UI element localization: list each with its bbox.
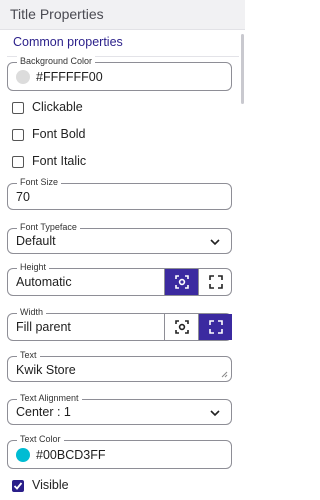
text-field[interactable]: Text Kwik Store xyxy=(7,350,232,382)
height-value: Automatic xyxy=(16,275,72,289)
chevron-down-icon xyxy=(210,239,220,246)
background-color-label: Background Color xyxy=(17,56,96,67)
clickable-checkbox-row[interactable]: Clickable xyxy=(12,100,122,117)
text-label: Text xyxy=(17,350,40,361)
font-typeface-value: Default xyxy=(16,234,56,248)
font-size-label: Font Size xyxy=(17,177,62,188)
text-color-value[interactable]: #00BCD3FF xyxy=(36,448,105,462)
text-color-field[interactable]: Text Color #00BCD3FF xyxy=(7,434,232,469)
auto-size-icon xyxy=(175,320,189,334)
height-field[interactable]: Height Automatic xyxy=(7,262,232,296)
height-fill-parent-button[interactable] xyxy=(198,269,232,295)
text-color-swatch[interactable] xyxy=(16,448,30,462)
height-label: Height xyxy=(17,262,50,273)
font-italic-checkbox-row[interactable]: Font Italic xyxy=(12,154,122,171)
font-bold-label: Font Bold xyxy=(32,127,86,141)
fill-parent-icon xyxy=(209,320,223,334)
title-properties-panel: Title Properties Common properties Backg… xyxy=(0,0,245,500)
font-typeface-label: Font Typeface xyxy=(17,222,80,233)
width-fill-parent-button[interactable] xyxy=(198,314,232,340)
width-field[interactable]: Width Fill parent xyxy=(7,307,232,341)
section-title-common: Common properties xyxy=(13,35,123,49)
font-italic-checkbox[interactable] xyxy=(12,156,24,168)
panel-header: Title Properties xyxy=(0,0,245,30)
fill-parent-icon xyxy=(209,275,223,289)
background-color-field[interactable]: Background Color #FFFFFF00 xyxy=(7,56,232,91)
auto-size-icon xyxy=(175,275,189,289)
text-alignment-label: Text Alignment xyxy=(17,393,82,404)
visible-checkbox-row[interactable]: Visible xyxy=(12,478,122,495)
scrollbar-thumb[interactable] xyxy=(241,34,244,104)
font-size-field[interactable]: Font Size 70 xyxy=(7,177,232,210)
background-color-swatch[interactable] xyxy=(16,70,30,84)
font-typeface-select[interactable]: Font Typeface Default xyxy=(7,222,232,254)
font-size-value[interactable]: 70 xyxy=(16,190,30,204)
width-value: Fill parent xyxy=(16,320,71,334)
font-bold-checkbox-row[interactable]: Font Bold xyxy=(12,127,122,144)
clickable-checkbox[interactable] xyxy=(12,102,24,114)
font-italic-label: Font Italic xyxy=(32,154,87,168)
text-alignment-value: Center : 1 xyxy=(16,405,71,419)
panel-title: Title Properties xyxy=(10,6,104,22)
text-value[interactable]: Kwik Store xyxy=(16,363,76,377)
clickable-label: Clickable xyxy=(32,100,83,114)
visible-checkbox[interactable] xyxy=(12,480,24,492)
checkmark-icon xyxy=(13,482,23,490)
panel-scrollbar[interactable] xyxy=(241,30,245,500)
resize-handle-icon[interactable] xyxy=(221,371,228,378)
chevron-down-icon xyxy=(210,410,220,417)
background-color-value[interactable]: #FFFFFF00 xyxy=(36,70,103,84)
font-bold-checkbox[interactable] xyxy=(12,129,24,141)
width-auto-size-button[interactable] xyxy=(164,314,198,340)
visible-label: Visible xyxy=(32,478,69,492)
width-label: Width xyxy=(17,307,47,318)
text-alignment-select[interactable]: Text Alignment Center : 1 xyxy=(7,393,232,425)
height-auto-size-button[interactable] xyxy=(164,269,198,295)
text-color-label: Text Color xyxy=(17,434,64,445)
